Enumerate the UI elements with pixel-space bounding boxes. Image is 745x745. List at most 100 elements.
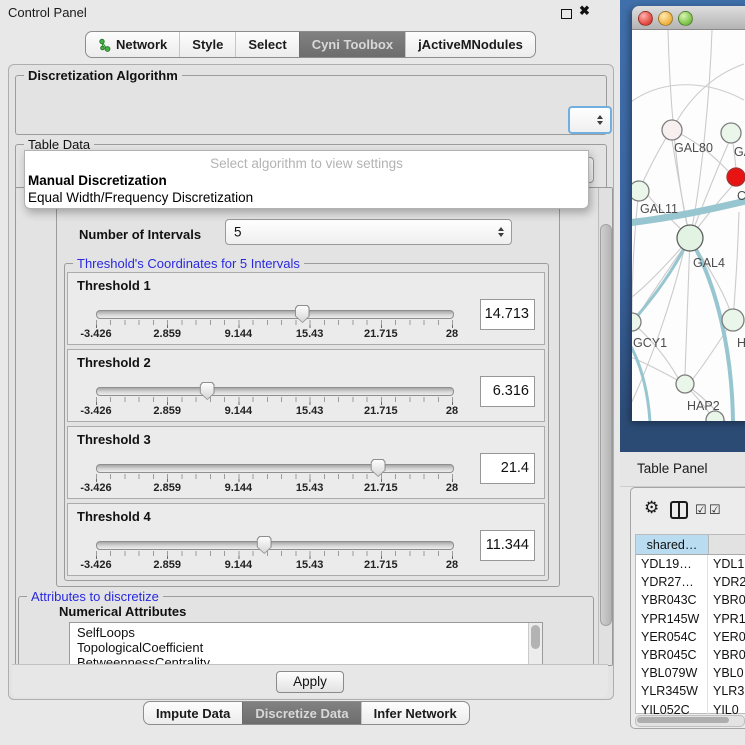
table-cell[interactable]: YBR045C	[636, 646, 708, 664]
attribute-list-item[interactable]: TopologicalCoefficient	[70, 640, 542, 655]
table-cell[interactable]: YDL1	[708, 555, 745, 573]
threshold-panel: Threshold 3 -3.4262.8599.14415.4321.7152…	[67, 426, 545, 499]
number-of-intervals-value: 5	[234, 225, 242, 240]
table-cell[interactable]: YBR0	[708, 646, 745, 664]
network-window-titlebar[interactable]	[632, 6, 745, 30]
node-gal80[interactable]	[662, 120, 682, 140]
settings-scrollbar-thumb[interactable]	[600, 224, 612, 626]
attributes-scrollbar-thumb[interactable]	[531, 625, 540, 649]
table-cell[interactable]: YER0	[708, 628, 745, 646]
table-row[interactable]: YDL19…YDL1	[636, 555, 745, 573]
column-header-shared-name[interactable]: shared…	[636, 535, 709, 555]
tab-impute-data[interactable]: Impute Data	[144, 702, 242, 724]
tick-label: 2.859	[153, 405, 181, 417]
threshold-panel: Threshold 2 -3.4262.8599.14415.4321.7152…	[67, 349, 545, 422]
settings-vertical-scrollbar[interactable]	[598, 188, 612, 665]
number-of-intervals-combobox[interactable]: 5	[225, 219, 512, 245]
thresholds-group: Threshold's Coordinates for 5 Intervals …	[64, 263, 549, 581]
table-cell[interactable]: YPR1	[708, 610, 745, 628]
checkbox-icon[interactable]: ☑	[709, 502, 721, 518]
table-cell[interactable]: YBL0	[708, 664, 745, 682]
dropdown-option-equal-width[interactable]: Equal Width/Frequency Discretization	[28, 190, 253, 205]
threshold-slider[interactable]	[96, 387, 454, 396]
table-cell[interactable]: YPR145W	[636, 610, 708, 628]
tab-network[interactable]: Network	[86, 32, 179, 57]
tick-label: 2.859	[153, 559, 181, 571]
column-header-name[interactable]: n	[709, 535, 745, 555]
tab-discretize-data-label: Discretize Data	[255, 706, 348, 721]
interval-definition-group: Interval Definition Number of Intervals …	[56, 199, 560, 587]
tab-jactivemnodules[interactable]: jActiveMNodules	[405, 32, 535, 57]
threshold-value-field[interactable]: 6.316	[480, 376, 535, 407]
algorithm-combobox[interactable]	[568, 106, 612, 134]
apply-bar: Apply	[12, 664, 608, 697]
threshold-slider[interactable]	[96, 541, 454, 550]
slider-tick-labels: -3.4262.8599.14415.4321.71528	[96, 559, 452, 572]
tab-infer-network-label: Infer Network	[374, 706, 457, 721]
discretization-algorithm-title: Discretization Algorithm	[24, 68, 182, 83]
numerical-attributes-list[interactable]: SelfLoopsTopologicalCoefficientBetweenne…	[69, 622, 543, 666]
float-window-icon[interactable]	[561, 9, 572, 19]
minimize-traffic-light-icon[interactable]	[658, 11, 673, 26]
table-cell[interactable]: YBR043C	[636, 591, 708, 609]
node-hap2[interactable]	[676, 375, 694, 393]
table-scrollbar-thumb[interactable]	[637, 717, 729, 723]
table-cell[interactable]: YLR345W	[636, 682, 708, 700]
node-top-right[interactable]	[721, 123, 741, 143]
control-panel-tabbar: Network Style Select Cyni Toolbox jActiv…	[85, 31, 536, 58]
tab-discretize-data[interactable]: Discretize Data	[242, 702, 360, 724]
tick-label: 15.43	[296, 482, 324, 494]
table-row[interactable]: YBR045CYBR0	[636, 646, 745, 664]
algorithm-dropdown-popup: Select algorithm to view settings Manual…	[24, 150, 589, 209]
table-cell[interactable]: YDR2	[708, 573, 745, 591]
tick-label: 21.715	[364, 405, 398, 417]
checkbox-icon[interactable]: ☑	[695, 502, 707, 518]
table-row[interactable]: YBR043CYBR0	[636, 591, 745, 609]
threshold-value-field[interactable]: 11.344	[480, 530, 535, 561]
node-label: GAL4	[693, 256, 725, 270]
table-cell[interactable]: YDL19…	[636, 555, 708, 573]
zoom-traffic-light-icon[interactable]	[678, 11, 693, 26]
table-horizontal-scrollbar[interactable]	[635, 715, 745, 727]
node-right[interactable]	[722, 309, 744, 331]
threshold-panel: Threshold 4 -3.4262.8599.14415.4321.7152…	[67, 503, 545, 576]
attributes-scrollbar[interactable]	[528, 623, 542, 666]
tick-label: 9.144	[225, 405, 253, 417]
tick-label: 9.144	[225, 482, 253, 494]
threshold-value-field[interactable]: 14.713	[480, 299, 535, 330]
table-cell[interactable]: YBR0	[708, 591, 745, 609]
threshold-slider[interactable]	[96, 310, 454, 319]
threshold-slider[interactable]	[96, 464, 454, 473]
threshold-label: Threshold 4	[77, 509, 151, 524]
table-cell[interactable]: YDR27…	[636, 573, 708, 591]
slider-tick-labels: -3.4262.8599.14415.4321.71528	[96, 482, 452, 495]
apply-button[interactable]: Apply	[276, 671, 344, 693]
table-cell[interactable]: YLR3	[708, 682, 745, 700]
combo-stepper-icon	[597, 115, 603, 125]
close-traffic-light-icon[interactable]	[638, 11, 653, 26]
tick-label: 21.715	[364, 482, 398, 494]
table-row[interactable]: YER054CYER0	[636, 628, 745, 646]
node-gal11[interactable]	[632, 181, 649, 201]
table-row[interactable]: YLR345WYLR3	[636, 682, 745, 700]
node-gcy1[interactable]	[632, 313, 641, 331]
threshold-value-field[interactable]: 21.4	[480, 453, 535, 484]
tick-label: 9.144	[225, 328, 253, 340]
tab-infer-network[interactable]: Infer Network	[361, 702, 469, 724]
table-cell[interactable]: YBL079W	[636, 664, 708, 682]
node-gal4[interactable]	[677, 225, 703, 251]
tab-cyni-toolbox[interactable]: Cyni Toolbox	[299, 32, 405, 57]
gear-icon[interactable]: ⚙	[644, 499, 659, 517]
table-row[interactable]: YPR145WYPR1	[636, 610, 745, 628]
node-red-selected[interactable]	[727, 168, 745, 186]
table-row[interactable]: YDR27…YDR2	[636, 573, 745, 591]
table-cell[interactable]: YER054C	[636, 628, 708, 646]
attribute-list-item[interactable]: SelfLoops	[70, 625, 542, 640]
dropdown-option-manual-discretization[interactable]: Manual Discretization	[28, 173, 167, 188]
split-columns-icon[interactable]	[670, 501, 688, 519]
tab-style[interactable]: Style	[179, 32, 235, 57]
close-icon[interactable]: ✖	[579, 3, 590, 19]
tab-select[interactable]: Select	[235, 32, 298, 57]
table-row[interactable]: YBL079WYBL0	[636, 664, 745, 682]
network-canvas[interactable]: GAL80 GA GAL11 C GAL4 GCY1 H HAP2	[632, 30, 745, 421]
